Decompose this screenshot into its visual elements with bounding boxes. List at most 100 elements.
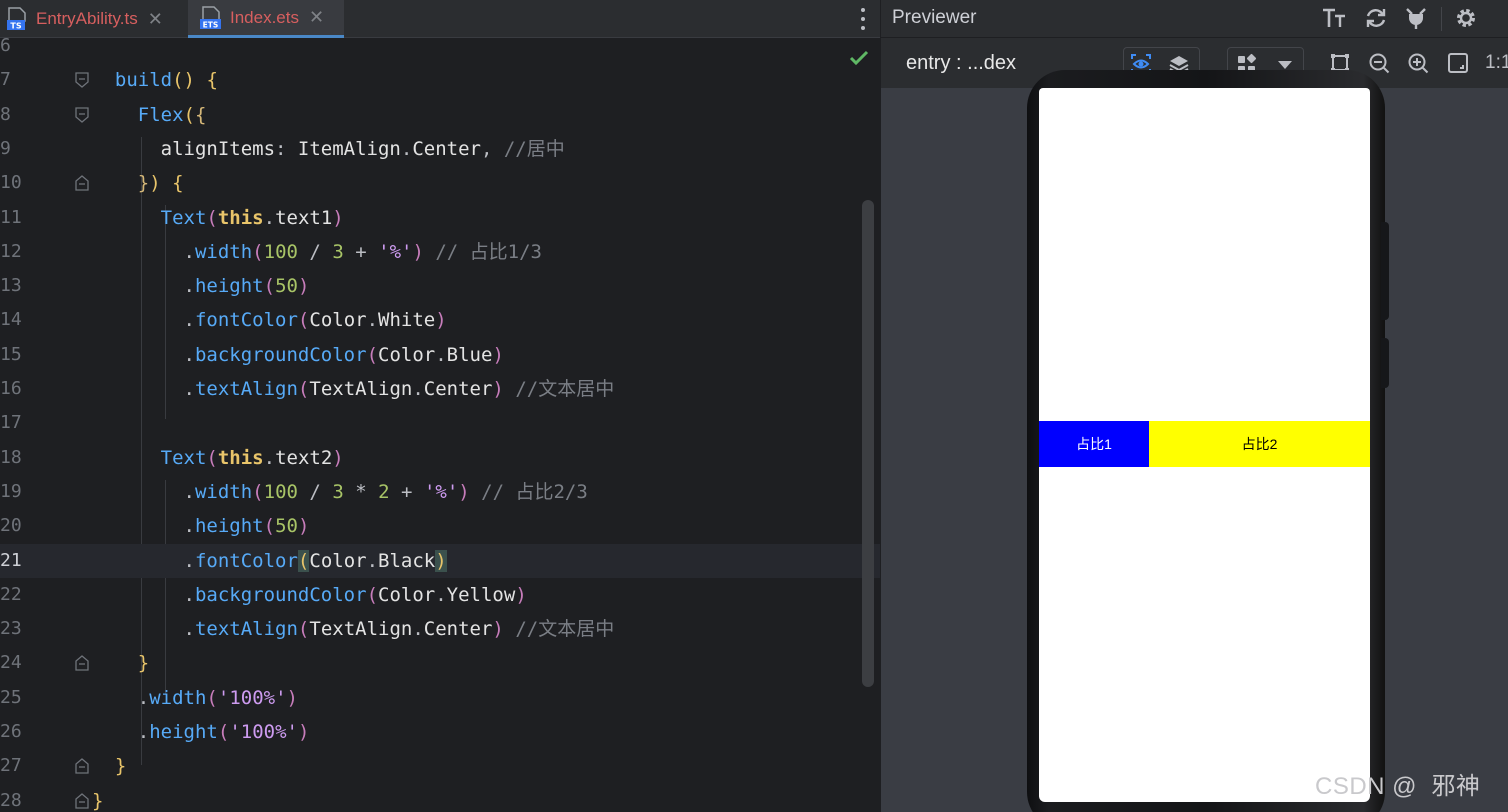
line-number: 26 <box>0 721 22 742</box>
code-text: } <box>114 755 127 778</box>
line-number: 28 <box>0 789 22 811</box>
code-line[interactable]: 16 .textAlign(TextAlign.Center) //文本居中 <box>0 372 880 406</box>
line-number: 10 <box>0 172 22 194</box>
line-number: 20 <box>0 515 22 537</box>
fold-end-icon[interactable] <box>75 792 89 809</box>
code-text: .backgroundColor(Color.Yellow) <box>183 583 527 606</box>
more-options-icon[interactable] <box>860 8 866 30</box>
zoom-out-icon[interactable] <box>1368 52 1390 74</box>
code-text: }) { <box>137 172 184 195</box>
tab-label: Index.ets <box>230 7 299 27</box>
code-text: .height(50) <box>183 515 310 538</box>
line-number: 25 <box>0 686 22 708</box>
line-number: 8 <box>0 103 11 125</box>
entry-selector[interactable]: entry : ...dex <box>906 38 1016 88</box>
vertical-scrollbar[interactable] <box>862 200 874 687</box>
fold-end-icon[interactable] <box>75 175 89 191</box>
close-icon[interactable]: ✕ <box>148 9 163 30</box>
watermark: CSDN @ 邪神 <box>1315 773 1481 800</box>
code-line[interactable]: 6 <box>0 29 880 63</box>
text-box-2: 占比2 <box>1149 421 1370 467</box>
code-text: .backgroundColor(Color.Blue) <box>183 343 504 366</box>
line-number: 18 <box>0 446 22 468</box>
code-line[interactable]: 17 <box>0 406 880 440</box>
code-text: build() { <box>114 69 218 92</box>
code-line[interactable]: 7 build() { <box>0 63 880 97</box>
code-text: } <box>92 789 104 812</box>
close-icon[interactable]: ✕ <box>309 7 324 28</box>
code-line[interactable]: 26 .height('100%') <box>0 715 880 749</box>
line-number: 19 <box>0 480 22 502</box>
previewer-header: Previewer <box>881 0 1508 38</box>
code-line[interactable]: 24 } <box>0 646 880 680</box>
text-size-icon[interactable] <box>1321 6 1347 30</box>
line-number: 11 <box>0 206 22 228</box>
code-text: .textAlign(TextAlign.Center) //文本居中 <box>183 378 615 400</box>
plug-icon[interactable] <box>1403 6 1429 30</box>
code-text: Text(this.text2) <box>160 446 344 469</box>
line-number: 7 <box>0 69 11 91</box>
line-number: 9 <box>0 137 11 159</box>
header-divider <box>1441 7 1442 31</box>
line-number: 14 <box>0 309 22 331</box>
code-text: alignItems: ItemAlign.Center, //居中 <box>160 137 565 160</box>
fold-end-icon[interactable] <box>75 655 89 672</box>
code-text: .textAlign(TextAlign.Center) //文本居中 <box>183 618 615 641</box>
code-line[interactable]: 23 .textAlign(TextAlign.Center) //文本居中 <box>0 612 880 646</box>
code-line[interactable]: 27 } <box>0 749 880 783</box>
code-text: .height('100%') <box>137 721 310 743</box>
code-line[interactable]: 21 .fontColor(Color.Black) <box>0 543 880 578</box>
previewer-title: Previewer <box>892 7 977 28</box>
line-number: 15 <box>0 343 22 365</box>
code-line[interactable]: 11 Text(this.text1) <box>0 201 880 235</box>
check-icon <box>849 50 869 66</box>
fit-screen-icon[interactable] <box>1447 52 1469 74</box>
code-text: .width('100%') <box>137 686 298 709</box>
code-line[interactable]: 15 .backgroundColor(Color.Blue) <box>0 338 880 372</box>
code-text: .width(100 / 3 + '%') // 占比1/3 <box>183 240 542 263</box>
code-text: .width(100 / 3 * 2 + '%') // 占比2/3 <box>183 480 588 503</box>
code-line[interactable]: 25 .width('100%') <box>0 681 880 715</box>
code-line[interactable]: 20 .height(50) <box>0 509 880 543</box>
ets-badge-text: ETS <box>203 20 219 29</box>
code-text: Text(this.text1) <box>160 206 344 229</box>
flex-row: 占比1 占比2 <box>1039 421 1370 467</box>
code-line[interactable]: 22 .backgroundColor(Color.Yellow) <box>0 578 880 612</box>
code-area[interactable]: 67 build() {8 Flex({9 alignItems: ItemAl… <box>0 35 880 812</box>
line-number: 23 <box>0 618 22 640</box>
line-number: 22 <box>0 583 22 605</box>
code-line[interactable]: 8 Flex({ <box>0 98 880 132</box>
device-screen[interactable]: 占比1 占比2 <box>1039 88 1370 802</box>
fold-end-icon[interactable] <box>75 758 89 774</box>
line-number: 13 <box>0 275 22 297</box>
line-number: 17 <box>0 412 22 434</box>
line-number: 16 <box>0 378 22 399</box>
code-text: Flex({ <box>137 103 207 126</box>
code-line[interactable]: 13 .height(50) <box>0 269 880 303</box>
gear-icon[interactable] <box>1453 6 1479 30</box>
code-line[interactable]: 18 Text(this.text2) <box>0 441 880 475</box>
ets-file-icon: ETS <box>200 5 222 30</box>
fold-collapse-icon[interactable] <box>75 106 89 123</box>
previewer-pane: Previewer entry : ...dex 1:1 占比1 占比2 CSD… <box>880 0 1508 812</box>
code-line[interactable]: 19 .width(100 / 3 * 2 + '%') // 占比2/3 <box>0 475 880 509</box>
actual-size-button[interactable]: 1:1 <box>1485 38 1508 88</box>
code-line[interactable]: 12 .width(100 / 3 + '%') // 占比1/3 <box>0 235 880 269</box>
code-editor-pane[interactable]: TS EntryAbility.ts ✕ ETS Index.ets ✕ 6 7 … <box>0 0 880 812</box>
fold-collapse-icon[interactable] <box>75 72 89 89</box>
phone-side-button <box>1381 338 1389 388</box>
line-number: 6 <box>0 35 11 56</box>
tab-label: EntryAbility.ts <box>36 9 138 28</box>
code-line[interactable]: 28} <box>0 784 880 812</box>
code-line[interactable]: 10 }) { <box>0 166 880 200</box>
zoom-in-icon[interactable] <box>1407 52 1429 74</box>
line-number: 24 <box>0 652 22 674</box>
line-number: 21 <box>0 549 22 571</box>
code-text: .fontColor(Color.White) <box>183 309 447 332</box>
code-line[interactable]: 14 .fontColor(Color.White) <box>0 303 880 337</box>
line-number: 27 <box>0 755 22 777</box>
refresh-icon[interactable] <box>1363 6 1389 30</box>
code-text: .fontColor(Color.Black) <box>183 549 447 572</box>
typescript-file-icon: TS <box>6 7 28 31</box>
code-line[interactable]: 9 alignItems: ItemAlign.Center, //居中 <box>0 132 880 166</box>
